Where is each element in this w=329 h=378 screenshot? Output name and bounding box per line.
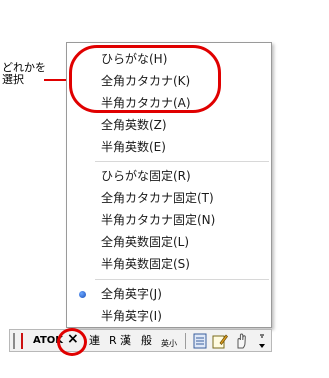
toolbar-divider	[185, 333, 186, 349]
eisho-button[interactable]: 英小	[161, 337, 177, 351]
menu-separator	[95, 161, 269, 163]
menu-item-hankaku-katakana-fixed[interactable]: 半角カタカナ固定(N)	[67, 209, 271, 231]
menu-item-label: 全角英数(Z)	[101, 118, 167, 132]
menu-item-hankaku-eisu-fixed[interactable]: 半角英数固定(S)	[67, 253, 271, 275]
menu-item-zenkaku-katakana-fixed[interactable]: 全角カタカナ固定(T)	[67, 187, 271, 209]
radio-check-icon	[79, 291, 86, 298]
atok-toolbar: ATOK × 連 R 漢 般 英小	[9, 329, 272, 352]
menu-item-label: 半角英字(I)	[101, 309, 162, 323]
menu-item-label: 全角英字(J)	[101, 287, 162, 301]
general-dictionary-button[interactable]: 般	[141, 334, 152, 348]
callout-text: どれかを 選択	[2, 62, 46, 86]
menu-item-zenkaku-eisu-fixed[interactable]: 全角英数固定(L)	[67, 231, 271, 253]
callout-connector	[44, 79, 66, 81]
toolbar-grip[interactable]	[13, 333, 15, 349]
menu-item-label: 全角英数固定(L)	[101, 235, 190, 249]
r-button[interactable]: R	[109, 334, 117, 348]
menu-item-hankaku-eiji[interactable]: 半角英字(I)	[67, 305, 271, 327]
toolbar-menu-arrow-icon[interactable]	[258, 333, 266, 349]
menu-item-label: ひらがな固定(R)	[101, 169, 191, 183]
menu-item-hiragana-fixed[interactable]: ひらがな固定(R)	[67, 165, 271, 187]
menu-item-hankaku-eisu[interactable]: 半角英数(E)	[67, 136, 271, 158]
callout-line-2: 選択	[2, 73, 24, 86]
mode-highlight-circle	[57, 328, 87, 356]
dictionary-icon[interactable]	[192, 333, 208, 349]
menu-item-zenkaku-eisu[interactable]: 全角英数(Z)	[67, 114, 271, 136]
menu-separator	[95, 279, 269, 281]
menu-item-label: 全角カタカナ固定(T)	[101, 191, 214, 205]
toolbar-red-bar	[21, 333, 23, 349]
kanji-button[interactable]: 漢	[120, 334, 131, 348]
menu-item-label: 半角英数固定(S)	[101, 257, 190, 271]
menu-item-label: 半角カタカナ固定(N)	[101, 213, 216, 227]
highlight-oval	[69, 45, 221, 113]
menu-item-label: 半角英数(E)	[101, 140, 166, 154]
menu-item-zenkaku-eiji[interactable]: 全角英字(J)	[67, 283, 271, 305]
conversion-mode-button[interactable]: 連	[89, 334, 100, 348]
edit-note-icon[interactable]	[212, 333, 228, 349]
handwriting-hand-icon[interactable]	[233, 333, 249, 349]
